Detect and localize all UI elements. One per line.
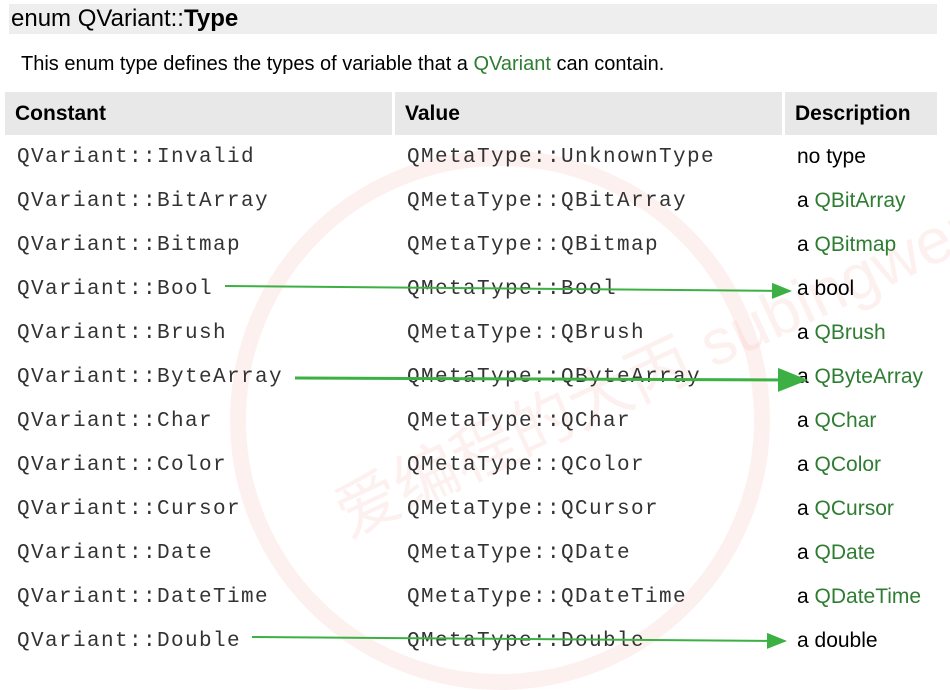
description-cell: a QCursor <box>785 487 937 531</box>
description-prefix: a <box>797 233 815 256</box>
value-cell: QMetaType::QDateTime <box>407 585 688 609</box>
table-row: QVariant::Bool QMetaType::Bool a bool <box>5 267 937 311</box>
value-cell: QMetaType::QBrush <box>407 321 646 345</box>
description-prefix: a <box>797 497 815 520</box>
description-text: no type <box>797 145 866 168</box>
description-link[interactable]: QByteArray <box>815 365 924 388</box>
description-cell: a double <box>785 619 937 663</box>
title-prefix: enum QVariant:: <box>11 5 184 32</box>
description-link[interactable]: QBitmap <box>815 233 897 256</box>
description-prefix: a <box>797 409 815 432</box>
description-cell: a QChar <box>785 399 937 443</box>
value-cell: QMetaType::QByteArray <box>407 365 702 389</box>
table-row: QVariant::Cursor QMetaType::QCursor a QCur… <box>5 487 937 531</box>
header-value: Value <box>395 92 785 135</box>
value-cell: QMetaType::UnknownType <box>407 145 716 169</box>
table-row: QVariant::Color QMetaType::QColor a QColor <box>5 443 937 487</box>
constant-cell: QVariant::DateTime <box>17 585 270 609</box>
title-name: Type <box>183 5 239 32</box>
table-row: QVariant::Invalid QMetaType::UnknownType n… <box>5 135 937 179</box>
enum-table: Constant Value Description QVariant::Inv… <box>5 92 937 663</box>
description-cell: no type <box>785 135 937 179</box>
constant-cell: QVariant::Char <box>17 409 214 433</box>
constant-cell: QVariant::Date <box>17 541 214 565</box>
description-cell: a QColor <box>785 443 937 487</box>
description-link[interactable]: QDateTime <box>815 585 922 608</box>
value-cell: QMetaType::QBitArray <box>407 189 688 213</box>
table-row: QVariant::Bitmap QMetaType::QBitmap a QBit… <box>5 223 937 267</box>
table-row: QVariant::Date QMetaType::QDate a QDate <box>5 531 937 575</box>
description-prefix: a <box>797 365 815 388</box>
description-prefix: a <box>797 453 815 476</box>
table-row: QVariant::Char QMetaType::QChar a QChar <box>5 399 937 443</box>
description-cell: a QByteArray <box>785 355 937 399</box>
table-row: QVariant::ByteArray QMetaType::QByteArray… <box>5 355 937 399</box>
intro-paragraph: This enum type defines the types of vari… <box>21 51 664 77</box>
constant-cell: QVariant::Invalid <box>17 145 256 169</box>
constant-cell: QVariant::Bool <box>17 277 214 301</box>
page-title: enum QVariant::Type <box>9 4 937 34</box>
description-link[interactable]: QBitArray <box>815 189 906 212</box>
description-link[interactable]: QDate <box>815 541 876 564</box>
table-row: QVariant::Double QMetaType::Double a doubl… <box>5 619 937 663</box>
header-description: Description <box>785 92 937 135</box>
table-row: QVariant::DateTime QMetaType::QDateTime a … <box>5 575 937 619</box>
description-text: double <box>814 629 878 652</box>
description-cell: a bool <box>785 267 937 311</box>
constant-cell: QVariant::ByteArray <box>17 365 284 389</box>
constant-cell: QVariant::Cursor <box>17 497 242 521</box>
constant-cell: QVariant::BitArray <box>17 189 270 213</box>
qvariant-link[interactable]: QVariant <box>473 53 550 75</box>
intro-before: This enum type defines the types of vari… <box>21 53 474 75</box>
description-text: bool <box>814 277 855 300</box>
value-cell: QMetaType::QColor <box>407 453 646 477</box>
description-prefix: a <box>797 189 815 212</box>
value-cell: QMetaType::QDate <box>407 541 632 565</box>
description-link[interactable]: QCursor <box>815 497 894 520</box>
description-prefix: a <box>797 277 815 300</box>
header-constant: Constant <box>5 92 395 135</box>
value-cell: QMetaType::QChar <box>407 409 632 433</box>
value-cell: QMetaType::Double <box>407 629 646 653</box>
table-row: QVariant::BitArray QMetaType::QBitArray a … <box>5 179 937 223</box>
description-cell: a QDateTime <box>785 575 937 619</box>
table-row: QVariant::Brush QMetaType::QBrush a QBrush <box>5 311 937 355</box>
constant-cell: QVariant::Bitmap <box>17 233 242 257</box>
constant-cell: QVariant::Color <box>17 453 228 477</box>
table-header-row: Constant Value Description <box>5 92 937 135</box>
description-cell: a QBitArray <box>785 179 937 223</box>
intro-after: can contain. <box>550 53 665 75</box>
description-prefix: a <box>797 541 815 564</box>
description-prefix: a <box>797 585 815 608</box>
constant-cell: QVariant::Brush <box>17 321 228 345</box>
description-link[interactable]: QBrush <box>815 321 886 344</box>
description-link[interactable]: QChar <box>815 409 877 432</box>
constant-cell: QVariant::Double <box>17 629 242 653</box>
description-cell: a QDate <box>785 531 937 575</box>
description-link[interactable]: QColor <box>815 453 882 476</box>
description-cell: a QBitmap <box>785 223 937 267</box>
value-cell: QMetaType::Bool <box>407 277 618 301</box>
value-cell: QMetaType::QCursor <box>407 497 660 521</box>
description-prefix: a <box>797 321 815 344</box>
description-cell: a QBrush <box>785 311 937 355</box>
description-prefix: a <box>797 629 815 652</box>
value-cell: QMetaType::QBitmap <box>407 233 660 257</box>
